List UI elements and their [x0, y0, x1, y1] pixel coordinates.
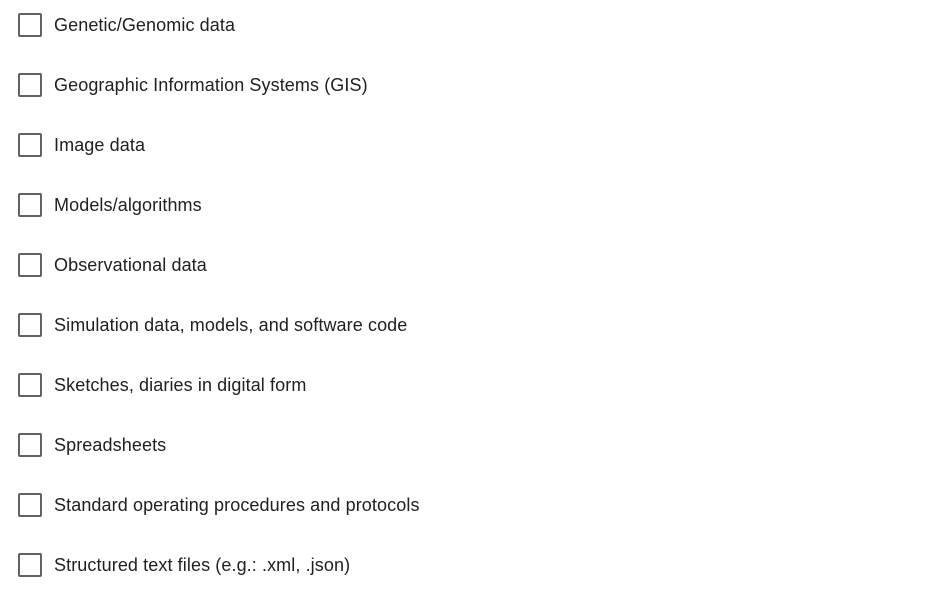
checkbox[interactable] — [18, 373, 42, 397]
checkbox[interactable] — [18, 313, 42, 337]
checkbox[interactable] — [18, 13, 42, 37]
option-label: Observational data — [54, 254, 207, 275]
option-label: Image data — [54, 134, 146, 155]
option-simulation-data[interactable]: Simulation data, models, and software co… — [18, 313, 407, 337]
option-gis[interactable]: Geographic Information Systems (GIS) — [18, 73, 368, 97]
option-label: Standard operating procedures and protoc… — [54, 494, 420, 515]
checkbox[interactable] — [18, 73, 42, 97]
option-spreadsheets[interactable]: Spreadsheets — [18, 433, 166, 457]
option-image-data[interactable]: Image data — [18, 133, 145, 157]
option-label: Geographic Information Systems (GIS) — [54, 74, 368, 95]
option-sketches-diaries[interactable]: Sketches, diaries in digital form — [18, 373, 306, 397]
checkbox[interactable] — [18, 553, 42, 577]
option-models-algorithms[interactable]: Models/algorithms — [18, 193, 202, 217]
option-label: Genetic/Genomic data — [54, 14, 236, 35]
option-standard-operating-procedures[interactable]: Standard operating procedures and protoc… — [18, 493, 420, 517]
checkbox[interactable] — [18, 193, 42, 217]
checkbox[interactable] — [18, 133, 42, 157]
checkbox-list: Genetic/Genomic data Geographic Informat… — [0, 0, 942, 599]
option-label: Models/algorithms — [54, 194, 202, 215]
checkbox[interactable] — [18, 493, 42, 517]
option-label: Simulation data, models, and software co… — [54, 314, 408, 335]
checkbox[interactable] — [18, 253, 42, 277]
option-genetic-genomic-data[interactable]: Genetic/Genomic data — [18, 13, 235, 37]
option-structured-text-files[interactable]: Structured text files (e.g.: .xml, .json… — [18, 553, 350, 577]
checkbox[interactable] — [18, 433, 42, 457]
option-label: Structured text files (e.g.: .xml, .json… — [54, 554, 351, 575]
option-label: Spreadsheets — [54, 434, 167, 455]
option-label: Sketches, diaries in digital form — [54, 374, 307, 395]
option-observational-data[interactable]: Observational data — [18, 253, 207, 277]
